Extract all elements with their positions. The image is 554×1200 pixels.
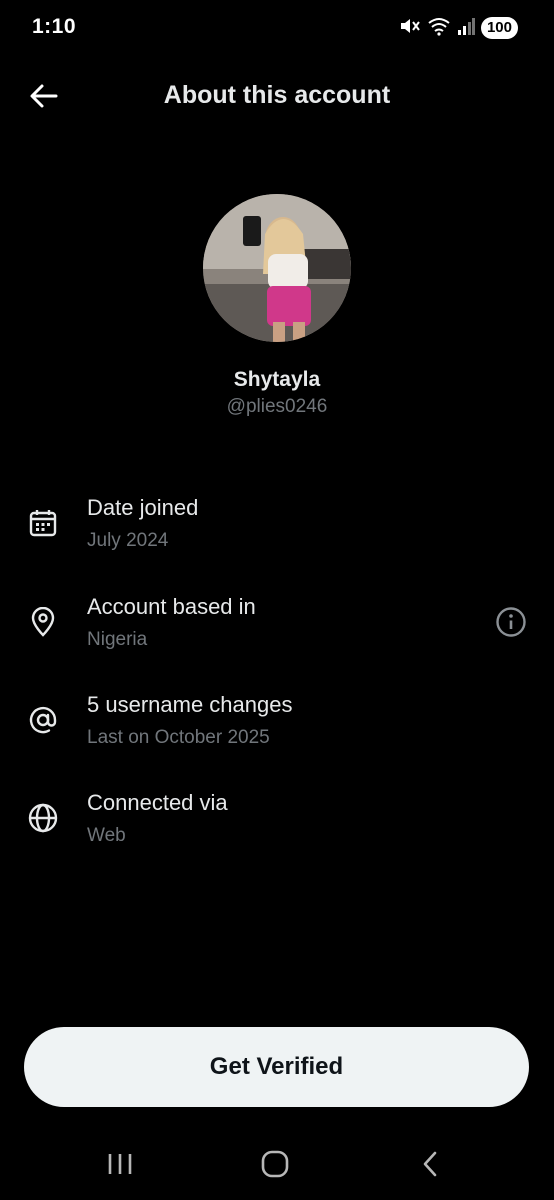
battery-indicator: 100	[480, 17, 518, 39]
status-time: 1:10	[32, 15, 77, 38]
date-joined-label: Date joined	[87, 495, 199, 520]
username-changes-label: 5 username changes	[87, 692, 293, 717]
account-based-in-row: Account based in Nigeria	[0, 589, 554, 659]
connected-via-label: Connected via	[87, 790, 228, 815]
date-joined-row: Date joined July 2024	[0, 490, 554, 560]
username-changes-row: 5 username changes Last on October 2025	[0, 687, 554, 757]
home-icon[interactable]	[245, 1144, 305, 1184]
header: About this account	[0, 60, 554, 132]
connected-via-row: Connected via Web	[0, 785, 554, 855]
back-icon[interactable]	[400, 1144, 460, 1184]
system-nav-bar	[0, 1130, 554, 1200]
account-based-in-label: Account based in	[87, 594, 256, 619]
mute-icon	[399, 16, 421, 41]
get-verified-button[interactable]: Get Verified	[24, 1027, 529, 1107]
username-changes-value: Last on October 2025	[87, 727, 270, 748]
username-handle: @plies0246	[226, 396, 328, 417]
display-name: Shytayla	[233, 368, 321, 391]
status-bar: 1:10 100	[0, 0, 554, 56]
date-joined-value: July 2024	[87, 530, 169, 551]
account-based-in-value: Nigeria	[87, 629, 148, 650]
recent-apps-icon[interactable]	[90, 1144, 150, 1184]
globe-icon	[24, 799, 62, 837]
calendar-icon	[24, 504, 62, 542]
location-pin-icon	[24, 603, 62, 641]
signal-icon	[457, 17, 475, 40]
connected-via-value: Web	[87, 825, 126, 846]
page-title: About this account	[163, 81, 391, 109]
wifi-icon	[427, 16, 451, 41]
info-icon[interactable]	[492, 603, 530, 641]
status-icons: 100	[399, 16, 518, 40]
at-sign-icon	[24, 701, 62, 739]
avatar[interactable]	[203, 194, 351, 342]
